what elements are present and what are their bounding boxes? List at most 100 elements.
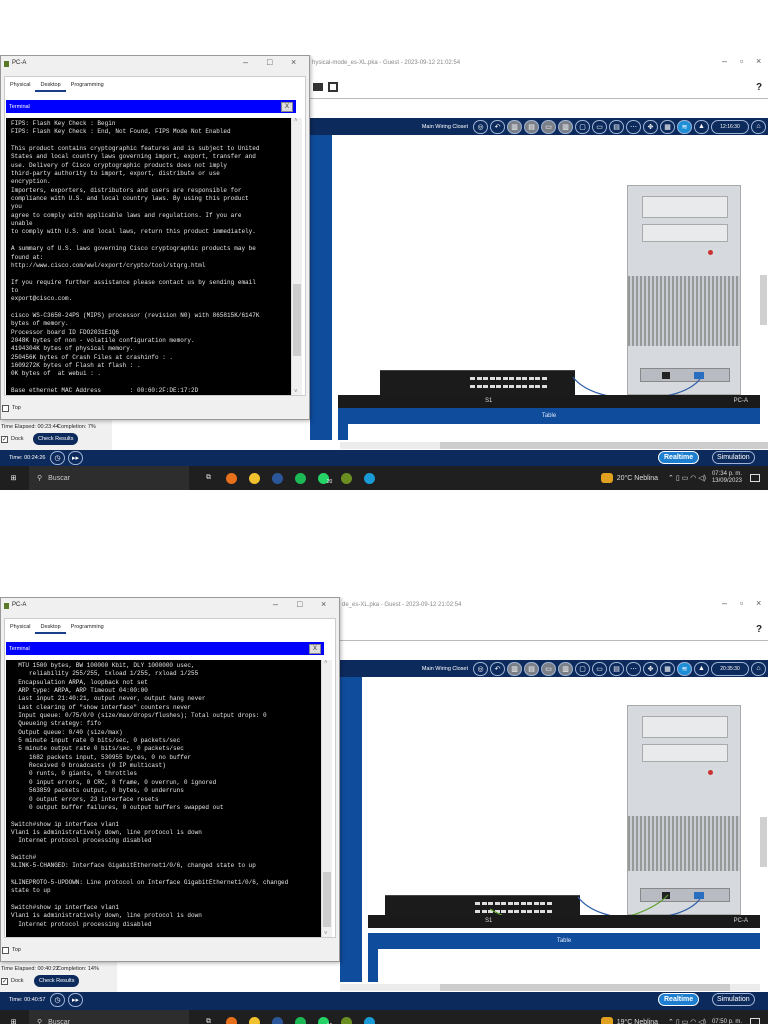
- compass-icon[interactable]: ◎: [473, 661, 488, 676]
- help-button[interactable]: ?: [756, 624, 762, 635]
- whatsapp-icon[interactable]: 16: [318, 1016, 332, 1024]
- switch-port[interactable]: [520, 902, 526, 905]
- background-icon[interactable]: ▲: [694, 661, 709, 676]
- rack-icon[interactable]: ▭: [592, 119, 607, 134]
- home-icon[interactable]: ⌂: [751, 661, 766, 676]
- switch-port[interactable]: [507, 902, 513, 905]
- terminal-close-button[interactable]: X: [281, 101, 293, 112]
- switch-port[interactable]: [488, 910, 493, 913]
- scroll-down-arrow[interactable]: ˅: [324, 931, 328, 937]
- grid-icon[interactable]: ▦: [660, 661, 675, 676]
- spotify-icon[interactable]: [295, 472, 306, 484]
- notification-icon[interactable]: [750, 1018, 760, 1024]
- check-results-button[interactable]: Check Results: [34, 975, 80, 987]
- tab-physical[interactable]: Physical: [5, 622, 35, 632]
- image-icon[interactable]: [328, 82, 338, 92]
- switch-port[interactable]: [546, 910, 552, 913]
- switch-port[interactable]: [494, 910, 500, 913]
- switch-port[interactable]: [502, 377, 508, 380]
- dock-checkbox[interactable]: ✓: [1, 436, 8, 443]
- rack-icon[interactable]: ▭: [592, 661, 607, 676]
- top-checkbox[interactable]: [2, 947, 9, 954]
- search-box[interactable]: ⚲ Buscar: [29, 466, 189, 490]
- windows-start-icon[interactable]: ⊞: [8, 473, 19, 484]
- switch-port[interactable]: [522, 385, 527, 388]
- vertical-scrollbar[interactable]: [760, 817, 767, 867]
- minimize-button[interactable]: –: [722, 56, 727, 66]
- maximize-button[interactable]: ▫: [740, 598, 743, 608]
- new-shelf-icon[interactable]: ▤: [524, 119, 539, 134]
- ethernet-port[interactable]: [662, 372, 670, 379]
- compass-icon[interactable]: ◎: [473, 119, 488, 134]
- switch-port[interactable]: [541, 377, 547, 380]
- check-results-button[interactable]: Check Results: [33, 433, 79, 445]
- notes-icon[interactable]: ▤: [609, 661, 624, 676]
- switch-port[interactable]: [488, 902, 493, 905]
- pc-a-tower[interactable]: [627, 705, 741, 915]
- windows-start-icon[interactable]: ⊞: [8, 1017, 19, 1024]
- switch-port[interactable]: [546, 902, 552, 905]
- background-icon[interactable]: ▲: [694, 119, 709, 134]
- simulation-button[interactable]: Simulation: [712, 993, 755, 1006]
- reset-time-button[interactable]: ◷: [50, 451, 65, 465]
- switch-port[interactable]: [515, 377, 521, 380]
- wireless-icon[interactable]: ≋: [677, 661, 692, 676]
- pan-icon[interactable]: ✥: [643, 661, 658, 676]
- realtime-button[interactable]: Realtime: [658, 993, 700, 1006]
- switch-port[interactable]: [527, 910, 532, 913]
- new-rack-icon[interactable]: ▥: [507, 661, 522, 676]
- switch-s1[interactable]: [385, 895, 580, 915]
- pc-window-minimize[interactable]: –: [243, 57, 248, 67]
- switch-port[interactable]: [475, 910, 480, 913]
- switch-port[interactable]: [501, 910, 506, 913]
- switch-port[interactable]: [470, 385, 475, 388]
- spotify-icon[interactable]: [295, 1016, 306, 1024]
- maximize-button[interactable]: ▫: [740, 56, 743, 66]
- switch-port[interactable]: [514, 910, 519, 913]
- whatsapp-icon[interactable]: 20: [318, 472, 332, 485]
- switch-port[interactable]: [509, 377, 514, 380]
- switch-port[interactable]: [528, 377, 534, 380]
- realtime-button[interactable]: Realtime: [658, 451, 700, 464]
- horizontal-scroll-thumb[interactable]: [440, 442, 768, 449]
- move-object-icon[interactable]: ▭: [541, 119, 556, 134]
- switch-port[interactable]: [475, 902, 480, 905]
- switch-port[interactable]: [496, 385, 501, 388]
- switch-port[interactable]: [533, 910, 539, 913]
- file-explorer-icon[interactable]: [249, 472, 260, 484]
- switch-port[interactable]: [489, 385, 495, 388]
- tab-desktop[interactable]: Desktop: [35, 622, 66, 634]
- terminal-output[interactable]: FIPS: Flash Key Check : Begin FIPS: Flash…: [6, 118, 291, 395]
- pc-a-tower[interactable]: [627, 185, 741, 395]
- tab-desktop[interactable]: Desktop: [35, 80, 66, 92]
- switch-port[interactable]: [514, 902, 519, 905]
- switch-port[interactable]: [481, 902, 487, 905]
- switch-port[interactable]: [509, 385, 514, 388]
- ethernet-port[interactable]: [662, 892, 670, 899]
- move-object-icon[interactable]: ▭: [541, 661, 556, 676]
- horizontal-scroll-thumb[interactable]: [440, 984, 730, 991]
- packet-tracer-icon[interactable]: [341, 472, 352, 484]
- new-rack-icon[interactable]: ▥: [507, 119, 522, 134]
- switch-port[interactable]: [502, 385, 508, 388]
- task-view-icon[interactable]: ⧉: [203, 1017, 214, 1024]
- search-box[interactable]: ⚲ Buscar: [29, 1010, 189, 1024]
- close-button[interactable]: ×: [756, 598, 761, 608]
- tab-physical[interactable]: Physical: [5, 80, 35, 90]
- tray-icons[interactable]: ⌃ ▯ ▭ ◠ ◁): [668, 474, 706, 482]
- pc-window-maximize[interactable]: □: [297, 599, 302, 609]
- switch-port[interactable]: [527, 902, 532, 905]
- switch-port[interactable]: [481, 910, 487, 913]
- terminal-close-button[interactable]: X: [309, 643, 321, 654]
- nic-panel[interactable]: [640, 368, 730, 382]
- clock-button[interactable]: 12:16:30: [711, 119, 749, 134]
- minimize-button[interactable]: –: [722, 598, 727, 608]
- grid-icon[interactable]: ▦: [660, 119, 675, 134]
- nic-panel[interactable]: [640, 888, 730, 902]
- terminal-scroll-thumb[interactable]: [293, 284, 301, 356]
- switch-port[interactable]: [528, 385, 534, 388]
- edge-icon[interactable]: [364, 472, 375, 484]
- switch-port[interactable]: [483, 377, 488, 380]
- firefox-icon[interactable]: [226, 1016, 237, 1024]
- notification-icon[interactable]: [750, 474, 760, 482]
